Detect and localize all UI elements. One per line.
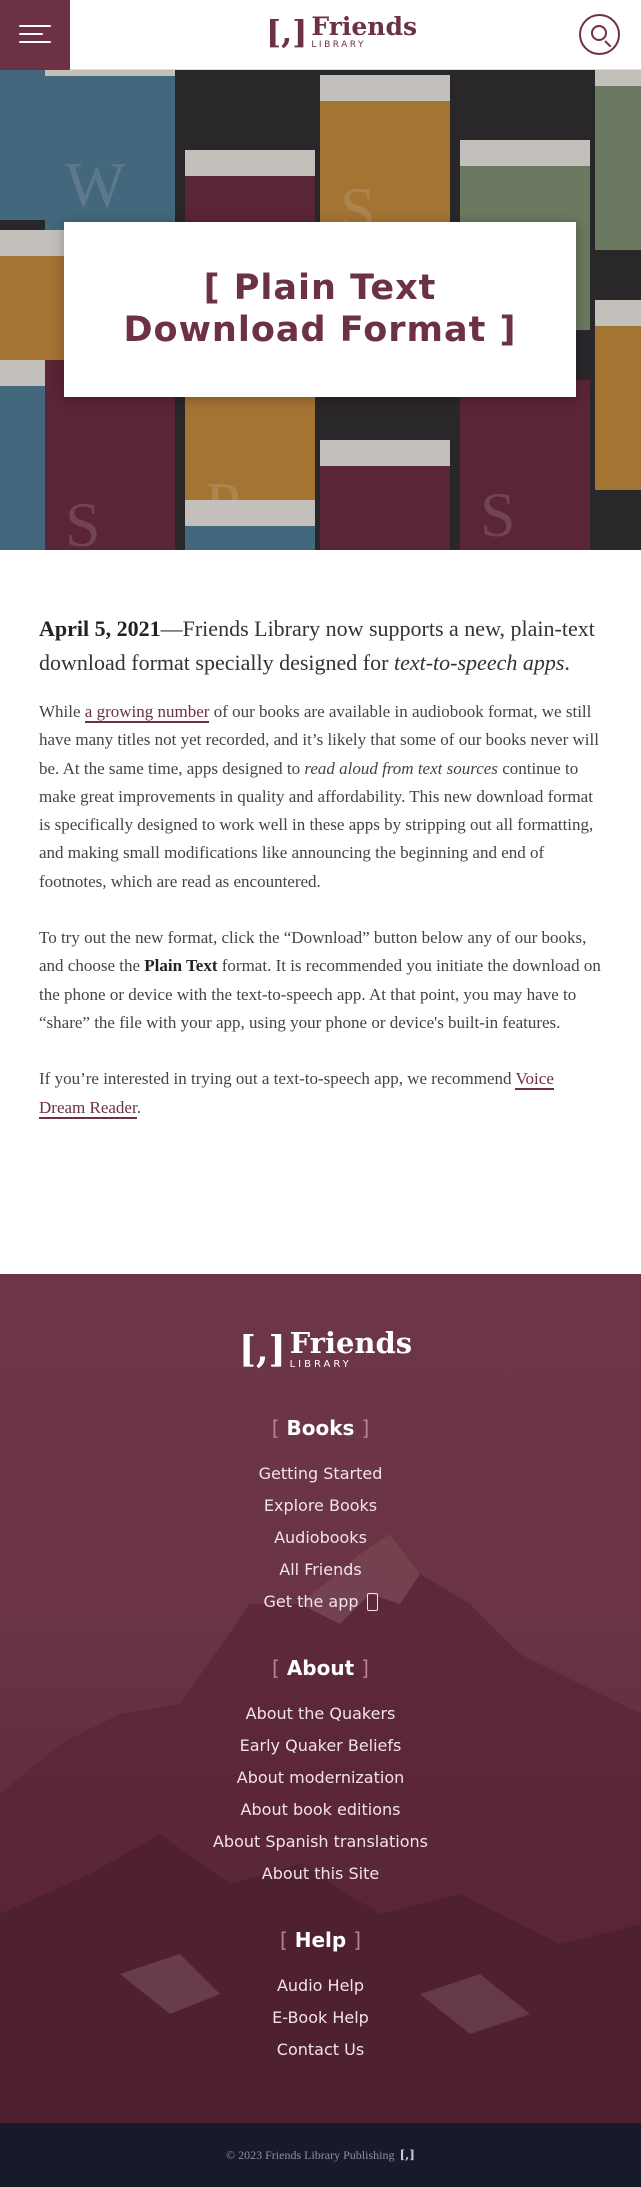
footer-heading-about: [ About ] bbox=[272, 1656, 369, 1680]
paragraph: To try out the new format, click the “Do… bbox=[39, 928, 601, 1032]
footer-link-early-quaker-beliefs[interactable]: Early Quaker Beliefs bbox=[0, 1730, 641, 1762]
hero-banner: W E S G S P C S [ Plain Text Download Fo… bbox=[0, 70, 641, 550]
paragraph: If you’re interested in trying out a tex… bbox=[39, 1069, 554, 1119]
footer-link-about-spanish-translations[interactable]: About Spanish translations bbox=[0, 1826, 641, 1858]
footer-link-explore-books[interactable]: Explore Books bbox=[0, 1490, 641, 1522]
article-body: April 5, 2021—Friends Library now suppor… bbox=[0, 550, 641, 1274]
footer-link-audio-help[interactable]: Audio Help bbox=[0, 1970, 641, 2002]
logo-name: Friends bbox=[311, 12, 418, 41]
footer-about-section: [ About ] About the Quakers Early Quaker… bbox=[0, 1656, 641, 1890]
site-header: [,] Friends LIBRARY bbox=[0, 0, 641, 70]
copyright-bar: © 2023 Friends Library Publishing [,] bbox=[0, 2123, 641, 2187]
logo-mark: [,] bbox=[239, 1328, 286, 1371]
site-footer: [,] Friends LIBRARY [ Books ] Getting St… bbox=[0, 1274, 641, 2123]
search-icon bbox=[591, 25, 607, 41]
footer-heading-help: [ Help ] bbox=[279, 1928, 362, 1952]
footer-link-get-the-app[interactable]: Get the app bbox=[0, 1586, 641, 1618]
search-button[interactable] bbox=[579, 14, 620, 55]
footer-link-getting-started[interactable]: Getting Started bbox=[0, 1458, 641, 1490]
copyright-logo-mark: [,] bbox=[399, 2148, 415, 2162]
page-title: [ Plain Text Download Format ] bbox=[123, 268, 517, 350]
logo-subtitle: LIBRARY bbox=[311, 40, 366, 50]
footer-link-contact-us[interactable]: Contact Us bbox=[0, 2034, 641, 2066]
logo-mark: [,] bbox=[266, 13, 308, 51]
footer-link-all-friends[interactable]: All Friends bbox=[0, 1554, 641, 1586]
menu-button[interactable] bbox=[0, 0, 70, 70]
copyright-text: © 2023 Friends Library Publishing bbox=[226, 2147, 395, 2162]
footer-link-audiobooks[interactable]: Audiobooks bbox=[0, 1522, 641, 1554]
footer-logo[interactable]: [,] Friends LIBRARY bbox=[239, 1329, 412, 1370]
footer-heading-books: [ Books ] bbox=[271, 1416, 370, 1440]
post-date: April 5, 2021 bbox=[39, 616, 161, 641]
paragraph: While a growing number of our books are … bbox=[39, 702, 599, 891]
lead-paragraph: April 5, 2021—Friends Library now suppor… bbox=[39, 616, 595, 675]
hero-title-card: [ Plain Text Download Format ] bbox=[64, 222, 576, 397]
logo-name: Friends bbox=[289, 1326, 413, 1360]
footer-books-section: [ Books ] Getting Started Explore Books … bbox=[0, 1416, 641, 1618]
phone-icon bbox=[366, 1592, 378, 1611]
logo-subtitle: LIBRARY bbox=[289, 1359, 352, 1370]
footer-help-section: [ Help ] Audio Help E-Book Help Contact … bbox=[0, 1928, 641, 2066]
growing-number-link[interactable]: a growing number bbox=[84, 702, 210, 723]
footer-link-about-book-editions[interactable]: About book editions bbox=[0, 1794, 641, 1826]
footer-link-about-this-site[interactable]: About this Site bbox=[0, 1858, 641, 1890]
menu-icon bbox=[19, 25, 51, 27]
footer-link-ebook-help[interactable]: E-Book Help bbox=[0, 2002, 641, 2034]
site-logo[interactable]: [,] Friends LIBRARY bbox=[266, 14, 417, 50]
footer-link-about-quakers[interactable]: About the Quakers bbox=[0, 1698, 641, 1730]
footer-link-about-modernization[interactable]: About modernization bbox=[0, 1762, 641, 1794]
